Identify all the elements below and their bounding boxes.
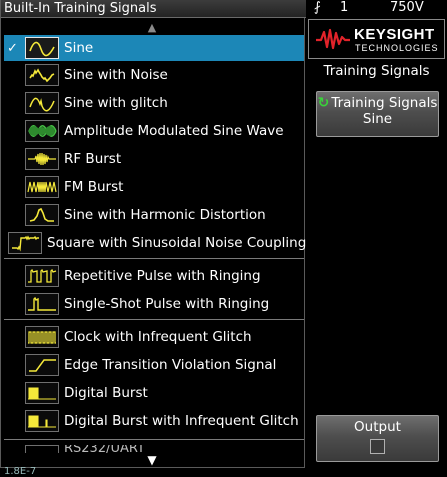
signal-item-label: Square with Sinusoidal Noise Coupling xyxy=(47,235,307,251)
trigger-level: 750V xyxy=(390,0,424,15)
list-item-partial[interactable]: RS232/UART xyxy=(4,445,304,453)
signal-item[interactable]: Clock with Infrequent Glitch xyxy=(4,324,304,350)
trigger-channel: 1 xyxy=(340,0,349,15)
signal-item[interactable]: Sine with Noise xyxy=(4,62,304,88)
partial-item-thumb xyxy=(25,445,59,453)
signal-item[interactable]: Single-Shot Pulse with Ringing xyxy=(4,291,304,317)
digital-burst-icon xyxy=(25,382,59,404)
keysight-wave-icon xyxy=(316,28,350,50)
list-divider xyxy=(4,258,304,259)
training-signals-popup: Built-In Training Signals ▲ ✓ Sine Sine wi… xyxy=(0,0,307,468)
signal-item[interactable]: Square with Sinusoidal Noise Coupling xyxy=(4,230,307,256)
signal-item-label: Edge Transition Violation Signal xyxy=(64,357,277,373)
list-divider xyxy=(4,319,304,320)
output-checkbox[interactable] xyxy=(370,439,385,454)
harmonic-sine-icon xyxy=(25,204,59,226)
menu-title: Training Signals xyxy=(323,63,430,79)
signal-item[interactable]: Sine with Harmonic Distortion xyxy=(4,202,304,228)
noisy-sine-icon xyxy=(25,64,59,86)
sine-wave-icon xyxy=(25,37,59,59)
signal-item-label: FM Burst xyxy=(64,179,124,195)
rf-burst-icon xyxy=(25,148,59,170)
softkey-panel: KEYSIGHT TECHNOLOGIES Training Signals ↻… xyxy=(308,17,447,477)
fm-burst-icon xyxy=(25,176,59,198)
rotate-knob-icon: ↻ xyxy=(317,95,330,111)
signal-item-label: Sine xyxy=(64,40,94,56)
brand-subtitle: TECHNOLOGIES xyxy=(355,43,439,53)
signal-item[interactable]: RF Burst xyxy=(4,146,304,172)
softkey-value: Sine xyxy=(362,111,393,127)
bottom-readout: 1.8E-7 xyxy=(4,466,37,477)
popup-title: Built-In Training Signals xyxy=(1,0,306,18)
repetitive-pulse-icon xyxy=(25,265,59,287)
checkmark-icon: ✓ xyxy=(7,40,18,56)
signal-item-label: Sine with glitch xyxy=(64,95,168,111)
signal-item[interactable]: Sine with glitch xyxy=(4,90,304,116)
trigger-icon: ⨏ xyxy=(314,0,321,15)
scroll-down-arrow-icon[interactable]: ▼ xyxy=(141,453,163,467)
edge-transition-icon xyxy=(25,354,59,376)
am-wave-icon xyxy=(25,120,59,142)
signal-item[interactable]: Edge Transition Violation Signal xyxy=(4,352,304,378)
square-noise-icon xyxy=(8,232,42,254)
signal-item-label: Sine with Harmonic Distortion xyxy=(64,207,266,223)
brand-name: KEYSIGHT xyxy=(354,26,435,43)
signal-item[interactable]: ✓ Sine xyxy=(4,35,304,61)
output-label: Output xyxy=(354,419,401,435)
signal-item-label: Sine with Noise xyxy=(64,67,168,83)
list-divider xyxy=(4,439,304,440)
signal-item-label: Amplitude Modulated Sine Wave xyxy=(64,123,284,139)
scroll-up-arrow-icon[interactable]: ▲ xyxy=(141,20,163,34)
signal-item-label: Repetitive Pulse with Ringing xyxy=(64,268,261,284)
signal-item-label: RF Burst xyxy=(64,151,122,167)
signal-item[interactable]: Digital Burst with Infrequent Glitch xyxy=(4,408,304,434)
signal-item-label: Single-Shot Pulse with Ringing xyxy=(64,296,270,312)
partial-item-label: RS232/UART xyxy=(64,445,145,453)
signal-item-label: Digital Burst xyxy=(64,385,148,401)
signal-item-label: Clock with Infrequent Glitch xyxy=(64,329,252,345)
signal-item-label: Digital Burst with Infrequent Glitch xyxy=(64,413,299,429)
signal-item[interactable]: FM Burst xyxy=(4,174,304,200)
clock-glitch-icon xyxy=(25,326,59,348)
keysight-logo: KEYSIGHT TECHNOLOGIES xyxy=(308,19,445,59)
training-signals-softkey[interactable]: ↻ Training Signals Sine xyxy=(316,91,439,137)
sine-glitch-icon xyxy=(25,92,59,114)
signal-item[interactable]: Amplitude Modulated Sine Wave xyxy=(4,118,304,144)
digital-burst-glitch-icon xyxy=(25,410,59,432)
status-bar: ⨏ 1 750V xyxy=(306,0,447,16)
single-pulse-icon xyxy=(25,293,59,315)
softkey-label: Training Signals xyxy=(331,95,438,111)
signal-item[interactable]: Repetitive Pulse with Ringing xyxy=(4,263,304,289)
signal-item[interactable]: Digital Burst xyxy=(4,380,304,406)
output-softkey[interactable]: Output xyxy=(316,415,439,462)
